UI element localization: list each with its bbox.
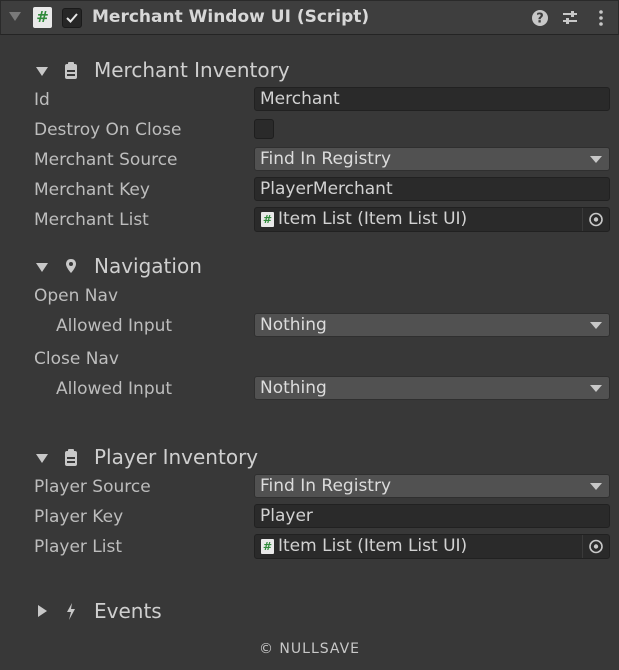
dropdown-value: Nothing [260, 378, 327, 398]
id-label: Id [34, 90, 50, 110]
dropdown-value: Find In Registry [260, 149, 392, 169]
dropdown-arrow-icon [590, 385, 602, 392]
player-key-field[interactable]: Player [254, 504, 610, 528]
merchant-key-label: Merchant Key [34, 180, 150, 200]
player-source-dropdown[interactable]: Find In Registry [254, 474, 610, 498]
dropdown-arrow-icon [590, 156, 602, 163]
foldout-expanded-icon[interactable] [36, 454, 48, 463]
inventory-icon [64, 448, 78, 468]
object-picker-icon[interactable] [582, 208, 609, 231]
section-navigation[interactable]: Navigation [36, 254, 336, 280]
close-allowed-input-dropdown[interactable]: Nothing [254, 376, 610, 400]
open-nav-label: Open Nav [34, 286, 119, 306]
destroy-on-close-label: Destroy On Close [34, 120, 182, 140]
presets-icon[interactable] [561, 9, 579, 27]
player-source-label: Player Source [34, 477, 151, 497]
dropdown-value: Nothing [260, 315, 327, 335]
dropdown-arrow-icon [590, 483, 602, 490]
player-list-label: Player List [34, 537, 123, 557]
foldout-expanded-icon[interactable] [36, 67, 48, 76]
section-events[interactable]: Events [36, 599, 336, 625]
script-icon: # [261, 539, 274, 554]
object-picker-icon[interactable] [582, 535, 609, 558]
open-allowed-input-label: Allowed Input [56, 316, 173, 336]
kebab-menu-icon[interactable] [592, 9, 610, 27]
merchant-list-object-field[interactable]: # Item List (Item List UI) [254, 207, 610, 232]
component-header[interactable]: # Merchant Window UI (Script) ? [0, 0, 619, 35]
svg-text:?: ? [536, 12, 544, 27]
dropdown-value: Find In Registry [260, 476, 392, 496]
foldout-collapsed-icon[interactable] [38, 605, 47, 617]
component-title: Merchant Window UI (Script) [92, 7, 370, 27]
dropdown-arrow-icon [590, 322, 602, 329]
object-reference-text: Item List (Item List UI) [278, 536, 468, 556]
object-reference-text: Item List (Item List UI) [278, 209, 468, 229]
merchant-key-field[interactable]: PlayerMerchant [254, 177, 610, 201]
merchant-source-label: Merchant Source [34, 150, 178, 170]
close-nav-label: Close Nav [34, 349, 119, 369]
component-enabled-checkbox[interactable] [62, 8, 82, 28]
section-title: Merchant Inventory [94, 58, 290, 82]
script-icon: # [33, 7, 52, 28]
foldout-arrow-icon[interactable] [9, 12, 21, 21]
lightning-icon [64, 602, 78, 622]
player-key-label: Player Key [34, 507, 124, 527]
script-icon: # [261, 212, 274, 227]
location-pin-icon [64, 257, 78, 277]
merchant-list-label: Merchant List [34, 210, 149, 230]
inspector-component-panel: # Merchant Window UI (Script) ? Merchant… [0, 0, 619, 670]
id-field[interactable]: Merchant [254, 87, 610, 111]
footer-copyright: © NULLSAVE [258, 641, 361, 657]
player-list-object-field[interactable]: # Item List (Item List UI) [254, 534, 610, 559]
open-allowed-input-dropdown[interactable]: Nothing [254, 313, 610, 337]
close-allowed-input-label: Allowed Input [56, 379, 173, 399]
section-merchant-inventory[interactable]: Merchant Inventory [36, 58, 336, 84]
help-icon[interactable]: ? [531, 9, 549, 27]
section-title: Navigation [94, 254, 202, 278]
foldout-expanded-icon[interactable] [36, 263, 48, 272]
inventory-icon [64, 61, 78, 81]
checkmark-icon [66, 13, 78, 23]
destroy-on-close-checkbox[interactable] [254, 119, 274, 139]
merchant-source-dropdown[interactable]: Find In Registry [254, 147, 610, 171]
section-title: Player Inventory [94, 445, 259, 469]
section-title: Events [94, 599, 162, 623]
section-player-inventory[interactable]: Player Inventory [36, 445, 336, 471]
